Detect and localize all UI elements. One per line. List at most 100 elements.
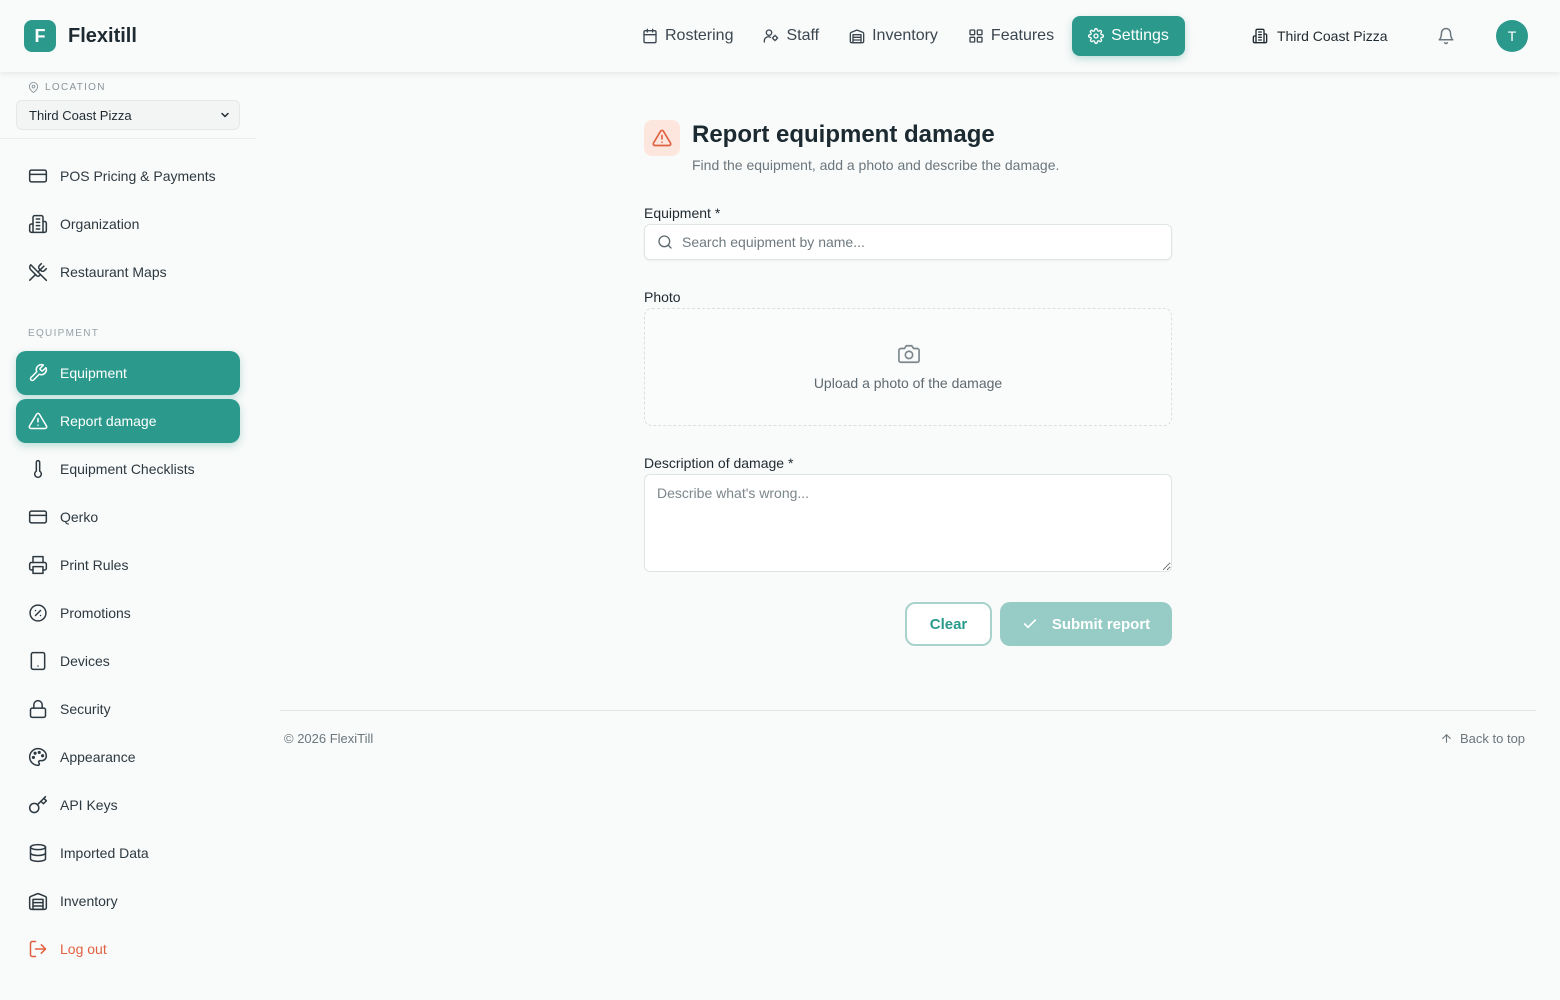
sidebar-item-devices[interactable]: Devices: [16, 639, 240, 683]
sidebar-item-label: Devices: [60, 653, 110, 669]
photo-label: Photo: [644, 289, 681, 305]
description-label: Description of damage *: [644, 455, 794, 471]
back-to-top-label: Back to top: [1460, 731, 1526, 746]
nav-settings[interactable]: Settings: [1072, 16, 1185, 56]
key-icon: [28, 795, 60, 815]
building-icon: [1252, 28, 1277, 44]
sidebar-item-restaurant-maps[interactable]: Restaurant Maps: [16, 250, 240, 294]
sidebar-item-appearance[interactable]: Appearance: [16, 735, 240, 779]
location-switcher[interactable]: Third Coast Pizza: [1240, 16, 1399, 56]
palette-icon: [28, 747, 60, 767]
printer-icon: [28, 555, 60, 575]
chevron-down-icon: [219, 109, 231, 121]
location-switcher-label: Third Coast Pizza: [1277, 28, 1388, 44]
check-icon: [1022, 616, 1052, 632]
sidebar-item-label: Organization: [60, 216, 140, 232]
sidebar-item-pos-pricing[interactable]: POS Pricing & Payments: [16, 154, 240, 198]
photo-upload-dropzone[interactable]: Upload a photo of the damage: [644, 308, 1172, 426]
warehouse-icon: [28, 891, 60, 911]
location-select[interactable]: Third Coast Pizza: [16, 100, 240, 130]
nav-features-label: Features: [990, 27, 1055, 44]
utensils-crossed-icon: [28, 262, 60, 282]
footer-copyright: © 2026 FlexiTill: [284, 731, 374, 746]
brand-name: Flexitill: [68, 24, 137, 47]
sidebar-item-label: Promotions: [60, 605, 131, 621]
nav-rostering-label: Rostering: [665, 27, 734, 44]
upload-text: Upload a photo of the damage: [813, 375, 1003, 391]
nav-inventory-label: Inventory: [872, 27, 938, 44]
tablet-icon: [28, 651, 60, 671]
database-icon: [28, 843, 60, 863]
sidebar-item-inventory[interactable]: Inventory: [16, 879, 240, 923]
wrench-icon: [28, 363, 60, 383]
description-field[interactable]: [644, 474, 1172, 572]
brand-logo: F: [24, 20, 56, 52]
footer-divider: [280, 710, 1536, 711]
top-header: F Flexitill Rostering Staff Inventory Fe…: [0, 0, 1560, 72]
sidebar-item-logout[interactable]: Log out: [16, 927, 240, 971]
sidebar-item-print-rules[interactable]: Print Rules: [16, 543, 240, 587]
sidebar-item-report-damage[interactable]: Report damage: [16, 399, 240, 443]
sidebar-item-label: Equipment Checklists: [60, 461, 195, 477]
sidebar-item-organization[interactable]: Organization: [16, 202, 240, 246]
sidebar-item-promotions[interactable]: Promotions: [16, 591, 240, 635]
sidebar-item-label: Security: [60, 701, 111, 717]
equipment-search[interactable]: [644, 224, 1172, 260]
gear-icon: [1088, 28, 1111, 44]
warning-icon: [644, 120, 680, 156]
nav-staff-label: Staff: [786, 27, 820, 44]
location-label: LOCATION: [28, 82, 106, 93]
nav-rostering[interactable]: Rostering: [630, 16, 745, 56]
clear-button[interactable]: Clear: [905, 602, 992, 646]
sidebar-item-label: Equipment: [60, 365, 127, 381]
page-title: Report equipment damage: [692, 121, 995, 148]
grid-icon: [968, 28, 991, 44]
equipment-label: Equipment *: [644, 205, 721, 221]
equipment-search-input[interactable]: [682, 234, 1152, 250]
arrow-up-icon: [1440, 732, 1460, 745]
nav-staff[interactable]: Staff: [751, 16, 831, 56]
sidebar-item-equipment[interactable]: Equipment: [16, 351, 240, 395]
sidebar-item-label: Qerko: [60, 509, 99, 525]
location-label-text: LOCATION: [45, 82, 106, 93]
sidebar-item-label: POS Pricing & Payments: [60, 168, 216, 184]
main-nav: Rostering Staff Inventory Features Setti…: [630, 16, 1191, 56]
brand[interactable]: F Flexitill: [24, 20, 137, 52]
sidebar-item-qerko[interactable]: Qerko: [16, 495, 240, 539]
building-icon: [28, 214, 60, 234]
bell-icon[interactable]: [1437, 27, 1455, 45]
sidebar: LOCATION Third Coast Pizza POS Pricing &…: [0, 72, 256, 1000]
map-pin-icon: [28, 82, 45, 93]
warning-icon: [28, 411, 60, 431]
sidebar-item-label: Print Rules: [60, 557, 129, 573]
submit-report-label: Submit report: [1051, 615, 1151, 633]
page-subtitle: Find the equipment, add a photo and desc…: [692, 157, 1060, 173]
logout-icon: [28, 939, 60, 959]
calendar-icon: [642, 28, 665, 44]
nav-features[interactable]: Features: [956, 16, 1066, 56]
nav-inventory[interactable]: Inventory: [837, 16, 950, 56]
thermometer-icon: [28, 459, 60, 479]
lock-icon: [28, 699, 60, 719]
location-select-value: Third Coast Pizza: [29, 107, 132, 123]
nav-settings-label: Settings: [1111, 27, 1169, 44]
users-icon: [763, 28, 786, 44]
sidebar-divider: [0, 138, 256, 139]
sidebar-item-label: Report damage: [60, 413, 157, 429]
card-icon: [28, 507, 60, 527]
sidebar-item-imported-data[interactable]: Imported Data: [16, 831, 240, 875]
sidebar-item-label: Restaurant Maps: [60, 264, 167, 280]
sidebar-item-label: Log out: [60, 941, 107, 957]
back-to-top-link[interactable]: Back to top: [1440, 731, 1525, 746]
camera-icon: [898, 343, 920, 365]
avatar[interactable]: T: [1496, 20, 1528, 52]
sidebar-item-equipment-checklists[interactable]: Equipment Checklists: [16, 447, 240, 491]
sidebar-item-api-keys[interactable]: API Keys: [16, 783, 240, 827]
sidebar-item-label: Appearance: [60, 749, 136, 765]
submit-report-button[interactable]: Submit report: [1000, 602, 1172, 646]
sidebar-item-label: Inventory: [60, 893, 118, 909]
warehouse-icon: [849, 28, 872, 44]
sidebar-item-label: API Keys: [60, 797, 118, 813]
sidebar-item-label: Imported Data: [60, 845, 149, 861]
sidebar-item-security[interactable]: Security: [16, 687, 240, 731]
